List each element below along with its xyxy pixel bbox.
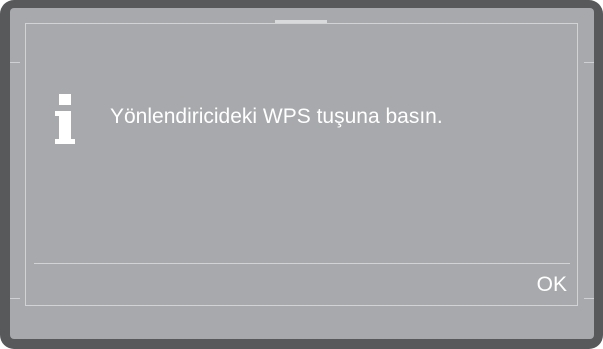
edge-mark — [10, 298, 20, 299]
device-bezel: Yönlendiricideki WPS tuşuna basın. OK — [0, 0, 603, 349]
edge-mark — [10, 62, 20, 63]
info-icon — [55, 94, 75, 144]
dialog-message: Yönlendiricideki WPS tuşuna basın. — [110, 105, 443, 128]
ok-button[interactable]: OK — [523, 269, 571, 301]
edge-mark — [584, 62, 594, 63]
info-dialog: Yönlendiricideki WPS tuşuna basın. OK — [25, 23, 578, 306]
display-screen: Yönlendiricideki WPS tuşuna basın. OK — [10, 8, 594, 339]
edge-mark — [584, 298, 594, 299]
divider — [34, 263, 570, 264]
